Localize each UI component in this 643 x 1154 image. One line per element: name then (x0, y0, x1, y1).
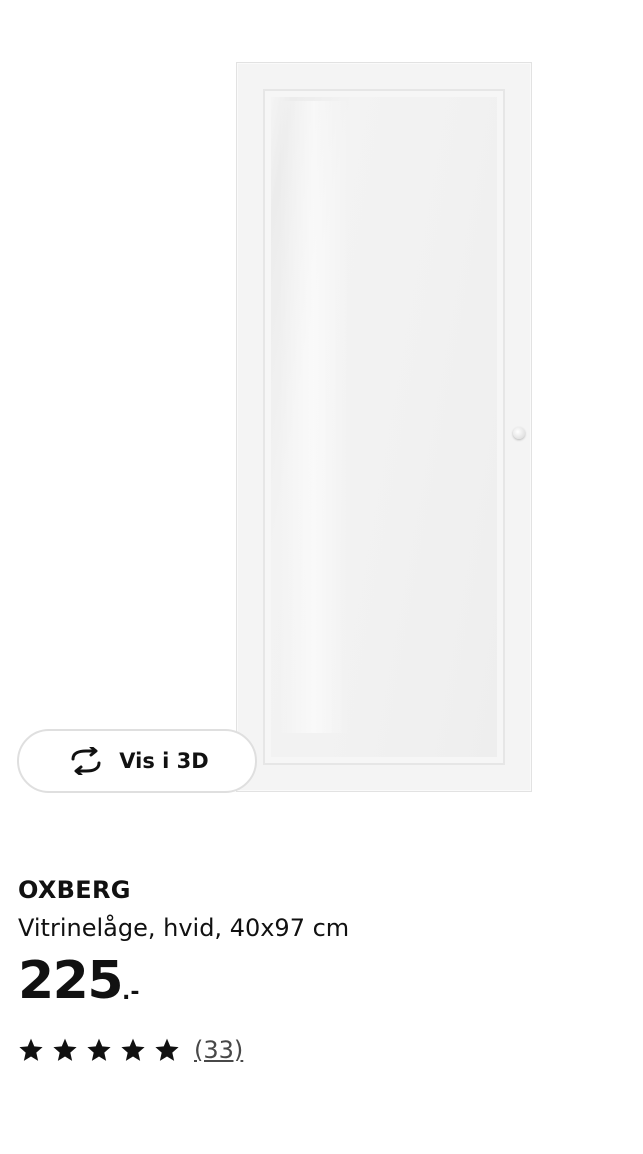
product-price: 225 .- (18, 955, 140, 1007)
door-glass-panel (263, 89, 505, 765)
product-name[interactable]: OXBERG (18, 876, 131, 904)
star-icon (19, 1038, 43, 1061)
review-count-link[interactable]: (33) (194, 1036, 243, 1064)
star-icon (121, 1038, 145, 1061)
star-icon (53, 1038, 77, 1061)
product-rating[interactable]: (33) (18, 1036, 243, 1064)
rating-stars (18, 1037, 180, 1063)
price-integer: 225 (18, 951, 124, 1011)
glass-door-image (236, 62, 532, 792)
view-in-3d-label: Vis i 3D (119, 749, 209, 773)
rotate-3d-icon (71, 747, 101, 775)
view-in-3d-button[interactable]: Vis i 3D (17, 729, 257, 793)
door-knob (513, 427, 525, 439)
star-icon (87, 1038, 111, 1061)
price-suffix: .- (122, 980, 140, 1005)
product-image[interactable] (0, 0, 643, 820)
product-description: Vitrinelåge, hvid, 40x97 cm (18, 914, 350, 942)
star-icon (155, 1038, 179, 1061)
